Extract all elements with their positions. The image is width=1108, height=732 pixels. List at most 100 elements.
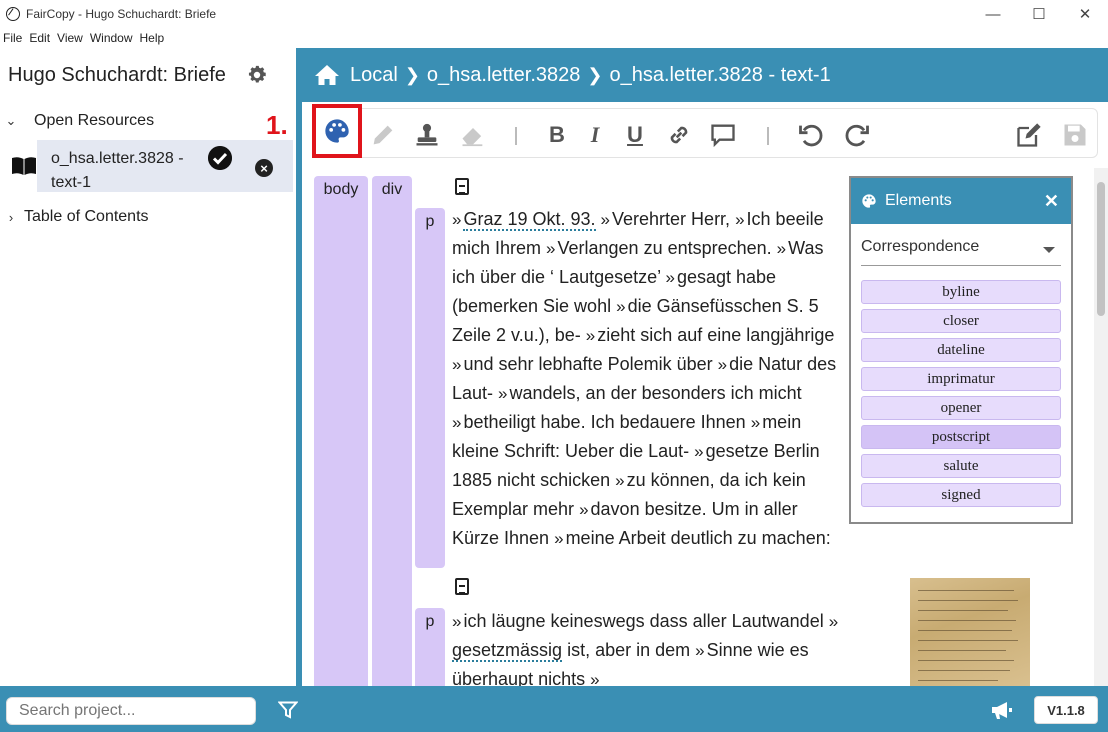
chevron-right-icon: › xyxy=(8,209,14,225)
chevron-mark-icon: » xyxy=(735,210,745,229)
eraser-icon[interactable] xyxy=(459,121,487,149)
elements-panel-header: Elements ✕ xyxy=(851,178,1071,224)
pencil-icon[interactable] xyxy=(369,121,397,149)
filter-icon[interactable] xyxy=(278,701,298,719)
chevron-mark-icon: » xyxy=(452,210,462,229)
chevron-mark-icon: » xyxy=(616,297,626,316)
megaphone-icon[interactable] xyxy=(990,700,1014,720)
chevron-mark-icon: » xyxy=(452,413,462,432)
chevron-mark-icon: » xyxy=(579,500,589,519)
maximize-button[interactable]: ☐ xyxy=(1016,0,1062,28)
palette-icon xyxy=(862,194,876,208)
underline-icon[interactable]: U xyxy=(621,121,649,149)
chevron-mark-icon: » xyxy=(828,612,839,631)
link-icon[interactable] xyxy=(665,121,693,149)
menu-help[interactable]: Help xyxy=(137,31,169,45)
chevron-mark-icon: » xyxy=(665,268,675,287)
element-dateline[interactable]: dateline xyxy=(861,338,1061,362)
save-icon[interactable] xyxy=(1061,121,1089,149)
chevron-mark-icon: » xyxy=(590,670,600,686)
breadcrumb-letter[interactable]: o_hsa.letter.3828 xyxy=(427,64,580,87)
elements-panel: Elements ✕ Correspondence byline closer … xyxy=(849,176,1073,524)
document-icon xyxy=(455,178,469,195)
chevron-mark-icon: » xyxy=(750,413,761,432)
paragraph-1-segment-16: meine Arbeit deutlich zu machen: xyxy=(565,528,831,548)
edit-icon[interactable] xyxy=(1015,121,1043,149)
menu-edit[interactable]: Edit xyxy=(26,31,54,45)
paragraph-1-segment-1: Verehrter Herr, xyxy=(612,209,731,229)
structure-p[interactable]: p xyxy=(415,208,445,568)
title-bar: FairCopy - Hugo Schuchardt: Briefe — ☐ ✕ xyxy=(0,0,1108,28)
version-badge[interactable]: V1.1.8 xyxy=(1034,696,1098,724)
chevron-mark-icon: » xyxy=(585,326,596,345)
breadcrumb-text: o_hsa.letter.3828 - text-1 xyxy=(609,63,831,86)
resource-item[interactable]: o_hsa.letter.3828 - text-1 × xyxy=(12,140,293,192)
editor-scrollbar[interactable] xyxy=(1094,168,1108,686)
chevron-mark-icon: » xyxy=(452,612,462,631)
palette-icon xyxy=(325,119,349,143)
chevron-mark-icon: » xyxy=(554,529,564,548)
search-input[interactable] xyxy=(6,697,256,725)
element-closer[interactable]: closer xyxy=(861,309,1061,333)
breadcrumb-local[interactable]: Local xyxy=(350,64,398,87)
element-signed[interactable]: signed xyxy=(861,483,1061,507)
paragraph-1-segment-7: zieht sich auf eine langjährige xyxy=(597,325,835,345)
minimize-button[interactable]: — xyxy=(970,0,1016,28)
paragraph-2-segment-1: gesetzmässig xyxy=(452,640,563,662)
paragraph-1[interactable]: » Graz 19 Okt. 93. » Verehrter Herr, » Ich … xyxy=(452,205,847,553)
paragraph-2[interactable]: » ich läugne keineswegs dass aller Lautwa… xyxy=(452,607,842,686)
palette-button[interactable] xyxy=(312,104,362,158)
paragraph-1-segment-8: und sehr lebhafte Polemik über xyxy=(463,354,713,374)
menu-window[interactable]: Window xyxy=(87,31,137,45)
paragraph-1-segment-10: wandels, an der besonders ich micht xyxy=(509,383,802,403)
toolbar-separator xyxy=(515,127,517,145)
structure-p[interactable]: p xyxy=(415,608,445,686)
chevron-mark-icon: » xyxy=(717,355,728,374)
element-byline[interactable]: byline xyxy=(861,280,1061,304)
menu-file[interactable]: File xyxy=(0,31,26,45)
element-opener[interactable]: opener xyxy=(861,396,1061,420)
element-imprimatur[interactable]: imprimatur xyxy=(861,367,1061,391)
chevron-mark-icon: » xyxy=(600,210,611,229)
paragraph-1-segment-3: Verlangen zu entsprechen. xyxy=(557,238,772,258)
chevron-mark-icon: » xyxy=(694,442,704,461)
close-window-button[interactable]: ✕ xyxy=(1062,0,1108,28)
chevron-mark-icon: » xyxy=(452,355,462,374)
element-salute[interactable]: salute xyxy=(861,454,1061,478)
structure-body[interactable]: body xyxy=(314,176,368,686)
sidebar: Hugo Schuchardt: Briefe ⌄ Open Resources… xyxy=(0,48,296,686)
chevron-mark-icon: » xyxy=(695,641,705,660)
facsimile-thumbnail[interactable] xyxy=(910,578,1030,686)
element-postscript[interactable]: postscript xyxy=(861,425,1061,449)
scrollbar-thumb[interactable] xyxy=(1097,182,1105,316)
document-icon xyxy=(455,578,469,595)
menu-view[interactable]: View xyxy=(54,31,87,45)
table-of-contents-node[interactable]: › Table of Contents xyxy=(0,208,149,226)
stamp-icon[interactable] xyxy=(413,121,441,149)
open-resources-node[interactable]: ⌄ Open Resources xyxy=(0,112,155,130)
redo-icon[interactable] xyxy=(843,121,871,149)
structure-div[interactable]: div xyxy=(372,176,412,686)
gear-icon[interactable] xyxy=(246,64,268,86)
chevron-right-icon: ❯ xyxy=(404,64,420,85)
paragraph-2-segment-1-after: ist, aber in dem xyxy=(562,640,691,660)
footer-bar: V1.1.8 xyxy=(0,686,1108,732)
home-icon[interactable] xyxy=(314,64,340,86)
comment-icon[interactable] xyxy=(709,121,737,149)
editor-toolbar: B I U xyxy=(312,108,1098,158)
chevron-down-icon xyxy=(1043,247,1055,253)
bold-icon[interactable]: B xyxy=(543,121,571,149)
element-category-select[interactable]: Correspondence xyxy=(861,238,1061,266)
chevron-mark-icon: » xyxy=(776,239,787,258)
window-title: FairCopy - Hugo Schuchardt: Briefe xyxy=(26,7,217,21)
open-resources-label: Open Resources xyxy=(34,112,155,129)
italic-icon[interactable]: I xyxy=(581,121,609,149)
window-controls: — ☐ ✕ xyxy=(970,0,1108,28)
checkmark-icon xyxy=(208,146,232,170)
chevron-mark-icon: » xyxy=(615,471,625,490)
close-resource-icon[interactable]: × xyxy=(255,159,273,177)
close-icon[interactable]: ✕ xyxy=(1044,191,1059,212)
undo-icon[interactable] xyxy=(797,121,825,149)
project-title: Hugo Schuchardt: Briefe xyxy=(8,64,226,86)
callout-1-label: 1. xyxy=(266,110,288,140)
